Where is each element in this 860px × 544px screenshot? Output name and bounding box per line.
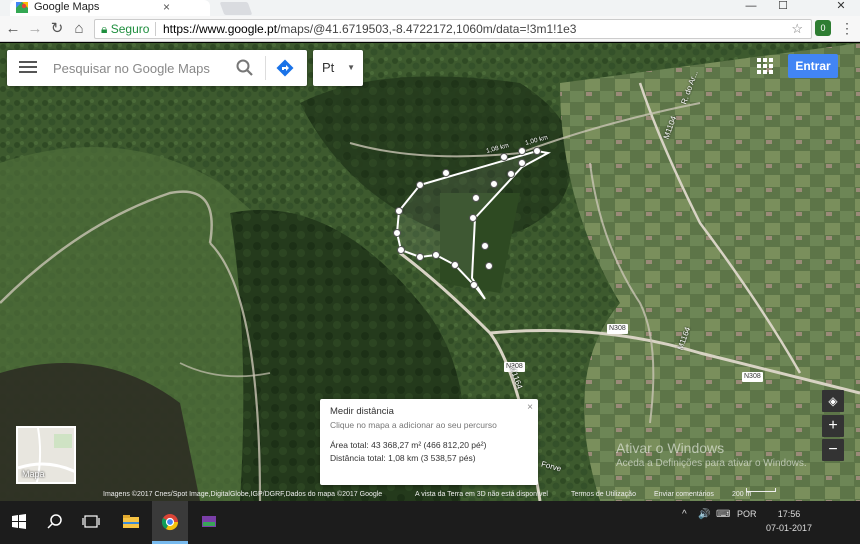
road-label: N308	[742, 372, 763, 382]
imagery-credits: Imagens ©2017 Cnes/Spot Image,DigitalGlo…	[103, 491, 383, 498]
attribution-bar: Imagens ©2017 Cnes/Spot Image,DigitalGlo…	[0, 488, 860, 501]
home-icon[interactable]: ⌂	[70, 20, 88, 38]
compass-icon[interactable]: ◈	[822, 390, 844, 412]
omnibox-divider	[155, 22, 156, 36]
watermark-line1: Ativar o Windows	[616, 440, 725, 456]
close-icon[interactable]: ×	[527, 402, 533, 413]
chrome-icon[interactable]	[155, 507, 185, 537]
browser-toolbar: ← → ↻ ⌂ 🔒︎ Seguro https://www.google.pt/…	[0, 16, 860, 42]
photo-app-icon[interactable]	[194, 507, 224, 537]
task-view-icon[interactable]	[76, 507, 106, 537]
search-divider	[265, 56, 266, 80]
hamburger-menu-icon[interactable]	[19, 58, 37, 76]
new-tab-button[interactable]	[219, 2, 253, 15]
zoom-out-button[interactable]: −	[822, 439, 844, 461]
clock-date: 07-01-2017	[766, 523, 813, 533]
search-icon[interactable]	[40, 507, 70, 537]
input-language[interactable]: POR	[737, 509, 757, 519]
forward-icon[interactable]: →	[26, 20, 44, 38]
measure-hint: Clique no mapa a adicionar ao seu percur…	[330, 420, 497, 430]
map-thumbnail-label: Mapa	[22, 469, 45, 479]
earth-3d-notice: A vista da Terra em 3D não está disponív…	[415, 491, 548, 498]
search-icon[interactable]	[235, 58, 255, 78]
bookmark-star-icon[interactable]: ☆	[791, 20, 803, 38]
keyboard-icon[interactable]: ⌨	[716, 509, 730, 520]
maps-search-input[interactable]	[53, 58, 233, 78]
language-value: Pt	[322, 60, 335, 75]
minimize-button[interactable]: —	[736, 0, 766, 12]
extension-icon[interactable]: 0	[815, 20, 831, 36]
scale-bar	[746, 488, 776, 492]
watermark-line2: Aceda a Definições para ativar o Windows…	[616, 458, 807, 469]
address-bar[interactable]: 🔒︎ Seguro https://www.google.pt/maps/@41…	[94, 19, 812, 39]
measure-area: Área total: 43 368,27 m² (466 812,20 pé²…	[330, 440, 487, 450]
url-path: /maps/@41.6719503,-8.4722172,1060m/data=…	[277, 22, 577, 36]
secure-lock-icon: 🔒︎ Seguro	[101, 22, 150, 36]
maps-search-box	[7, 50, 307, 86]
measure-title: Medir distância	[330, 406, 394, 417]
clock-time: 17:56	[777, 509, 801, 519]
browser-menu-icon[interactable]: ⋮	[840, 20, 854, 37]
map-type-toggle[interactable]: Mapa	[16, 426, 76, 484]
measure-distance: Distância total: 1,08 km (3 538,57 pés)	[330, 453, 476, 463]
url-host: https://www.google.pt	[163, 22, 278, 36]
road-label: N308	[607, 324, 628, 334]
directions-icon[interactable]	[275, 58, 295, 78]
volume-icon[interactable]: 🔊	[698, 509, 710, 520]
back-icon[interactable]: ←	[4, 20, 22, 38]
terms-link[interactable]: Termos de Utilização	[571, 488, 636, 501]
reload-icon[interactable]: ↻	[48, 20, 66, 38]
tab-google-maps[interactable]: Google Maps ×	[10, 0, 210, 16]
clock[interactable]: 17:56 07-01-2017	[766, 507, 812, 535]
systray-chevron-icon[interactable]: ^	[682, 509, 687, 520]
windows-taskbar: ^ 🔊 ⌨ POR 17:56 07-01-2017	[0, 501, 860, 544]
apps-grid-icon[interactable]	[757, 58, 773, 74]
tab-close-icon[interactable]: ×	[163, 0, 170, 14]
close-window-button[interactable]: ✕	[826, 0, 856, 12]
caret-down-icon: ▼	[347, 63, 355, 72]
maximize-button[interactable]: ☐	[768, 0, 798, 12]
feedback-link[interactable]: Enviar comentários	[654, 488, 714, 501]
windows-start-icon[interactable]	[4, 507, 34, 537]
secure-label: Seguro	[110, 22, 150, 36]
windows-activation-watermark: Ativar o Windows Aceda a Definições para…	[616, 440, 807, 469]
browser-titlebar: Google Maps × — ☐ ✕	[0, 0, 860, 16]
url-text: https://www.google.pt/maps/@41.6719503,-…	[163, 20, 576, 38]
signin-button[interactable]: Entrar	[788, 54, 838, 78]
measure-distance-card: Medir distância Clique no mapa a adicion…	[320, 399, 538, 485]
language-select[interactable]: Pt ▼	[313, 50, 363, 86]
satellite-map[interactable]: N308 N308 N308 M1164 M1104 M1164 1,08 km…	[0, 43, 860, 501]
file-explorer-icon[interactable]	[116, 507, 146, 537]
google-maps-favicon-icon	[16, 2, 28, 13]
zoom-in-button[interactable]: +	[822, 415, 844, 437]
tab-title: Google Maps	[34, 1, 100, 13]
